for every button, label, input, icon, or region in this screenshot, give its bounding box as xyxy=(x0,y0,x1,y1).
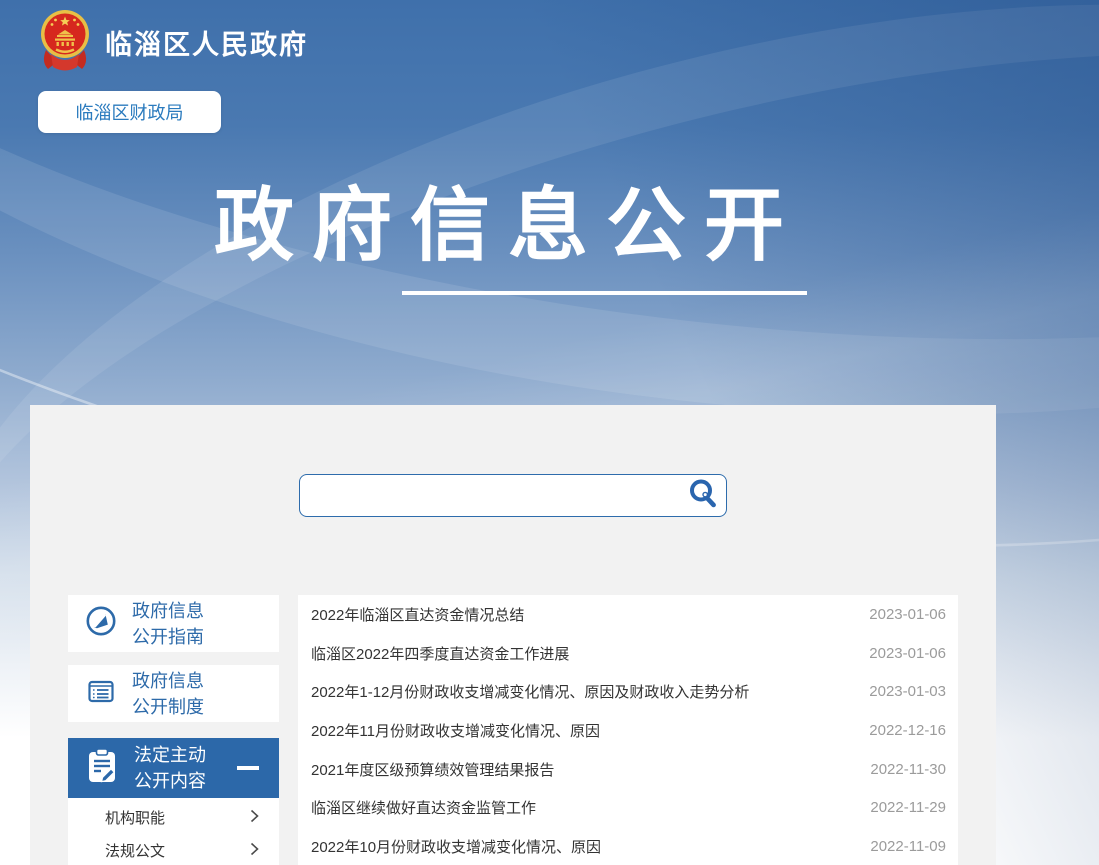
site-title: 临淄区人民政府 xyxy=(105,23,308,62)
article-row[interactable]: 2022年1-12月份财政收支增减变化情况、原因及财政收入走势分析 2023-0… xyxy=(298,672,958,711)
submenu-item-functions[interactable]: 机构职能 xyxy=(68,801,279,834)
article-row[interactable]: 2022年11月份财政收支增减变化情况、原因 2022-12-16 xyxy=(298,711,958,750)
article-date: 2022-11-29 xyxy=(870,799,946,816)
chevron-right-icon xyxy=(250,842,259,860)
article-date: 2022-11-09 xyxy=(870,838,946,855)
search-button[interactable] xyxy=(684,478,722,513)
sidebar-item-label: 政府信息 公开制度 xyxy=(132,668,204,720)
article-row[interactable]: 临淄区2022年四季度直达资金工作进展 2023-01-06 xyxy=(298,634,958,673)
site-brand: 临淄区人民政府 xyxy=(38,8,308,77)
search-input[interactable] xyxy=(299,474,727,517)
content-panel: 政府信息 公开指南 政府信息 公开制度 xyxy=(30,405,996,865)
clipboard-pencil-icon xyxy=(84,746,120,791)
sidebar-item-guide[interactable]: 政府信息 公开指南 xyxy=(68,595,279,652)
chevron-right-icon xyxy=(250,809,259,827)
title-underline-decoration xyxy=(402,291,807,295)
submenu-item-label: 机构职能 xyxy=(105,807,165,828)
compass-icon xyxy=(84,604,118,643)
article-row[interactable]: 2021年度区级预算绩效管理结果报告 2022-11-30 xyxy=(298,750,958,789)
sidebar-item-statutory-disclosure[interactable]: 法定主动 公开内容 xyxy=(68,738,279,798)
sidebar-item-label: 法定主动 公开内容 xyxy=(134,742,206,794)
submenu-item-label: 法规公文 xyxy=(105,840,165,861)
article-date: 2022-11-30 xyxy=(870,761,946,778)
article-title[interactable]: 2022年临淄区直达资金情况总结 xyxy=(311,604,524,625)
article-date: 2023-01-06 xyxy=(869,645,946,662)
ledger-icon xyxy=(84,674,118,713)
article-row[interactable]: 临淄区继续做好直达资金监管工作 2022-11-29 xyxy=(298,788,958,827)
article-date: 2023-01-06 xyxy=(869,606,946,623)
article-list: 2022年临淄区直达资金情况总结 2023-01-06 临淄区2022年四季度直… xyxy=(298,595,958,865)
article-date: 2022-12-16 xyxy=(869,722,946,739)
search-icon xyxy=(686,477,720,514)
article-title[interactable]: 2022年11月份财政收支增减变化情况、原因 xyxy=(311,720,600,741)
sidebar-item-system[interactable]: 政府信息 公开制度 xyxy=(68,665,279,722)
search-bar xyxy=(299,474,727,517)
minus-icon xyxy=(237,766,259,770)
sidebar-submenu: 机构职能 法规公文 xyxy=(68,798,279,865)
sidebar-item-label: 政府信息 公开指南 xyxy=(132,598,204,650)
article-title[interactable]: 2022年1-12月份财政收支增减变化情况、原因及财政收入走势分析 xyxy=(311,681,749,702)
article-date: 2023-01-03 xyxy=(869,683,946,700)
national-emblem-icon xyxy=(38,8,92,77)
department-button-label: 临淄区财政局 xyxy=(76,99,184,125)
article-title[interactable]: 2022年10月份财政收支增减变化情况、原因 xyxy=(311,836,601,857)
article-title[interactable]: 临淄区继续做好直达资金监管工作 xyxy=(311,797,536,818)
article-title[interactable]: 临淄区2022年四季度直达资金工作进展 xyxy=(311,643,569,664)
page-title: 政府信息公开 xyxy=(214,184,802,268)
department-button[interactable]: 临淄区财政局 xyxy=(38,91,221,133)
article-row[interactable]: 2022年10月份财政收支增减变化情况、原因 2022-11-09 xyxy=(298,827,958,865)
article-title[interactable]: 2021年度区级预算绩效管理结果报告 xyxy=(311,759,554,780)
submenu-item-regulations[interactable]: 法规公文 xyxy=(68,834,279,865)
article-row[interactable]: 2022年临淄区直达资金情况总结 2023-01-06 xyxy=(298,595,958,634)
